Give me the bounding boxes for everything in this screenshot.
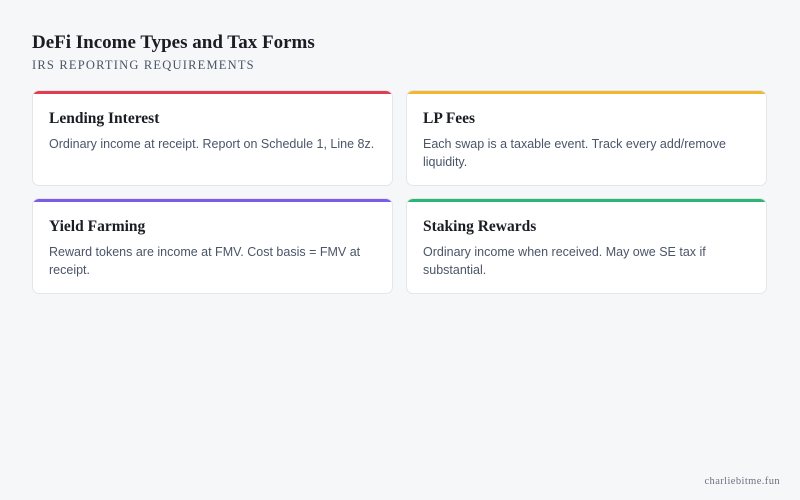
card-title: Staking Rewards <box>423 218 537 235</box>
card-description: Ordinary income at receipt. Report on Sc… <box>49 137 375 151</box>
card-yield-farming: Yield Farming Reward tokens are income a… <box>32 198 393 294</box>
card-staking-rewards: Staking Rewards Ordinary income when rec… <box>406 198 767 294</box>
income-type-grid: Lending Interest Ordinary income at rece… <box>32 90 767 294</box>
card-title: Yield Farming <box>49 218 146 235</box>
footer-credit: charliebitme.fun <box>704 476 780 487</box>
card-title: Lending Interest <box>49 110 160 127</box>
card-lp-fees: LP Fees Each swap is a taxable event. Tr… <box>406 90 767 186</box>
card-description: Reward tokens are income at FMV. Cost ba… <box>49 245 361 277</box>
page-subtitle: IRS Reporting Requirements <box>32 58 255 72</box>
card-lending-interest: Lending Interest Ordinary income at rece… <box>32 90 393 186</box>
card-description: Each swap is a taxable event. Track ever… <box>423 137 726 169</box>
page-title: DeFi Income Types and Tax Forms <box>32 32 315 53</box>
card-title: LP Fees <box>423 110 476 127</box>
card-description: Ordinary income when received. May owe S… <box>423 245 706 277</box>
page-header: DeFi Income Types and Tax Forms IRS Repo… <box>32 32 315 73</box>
